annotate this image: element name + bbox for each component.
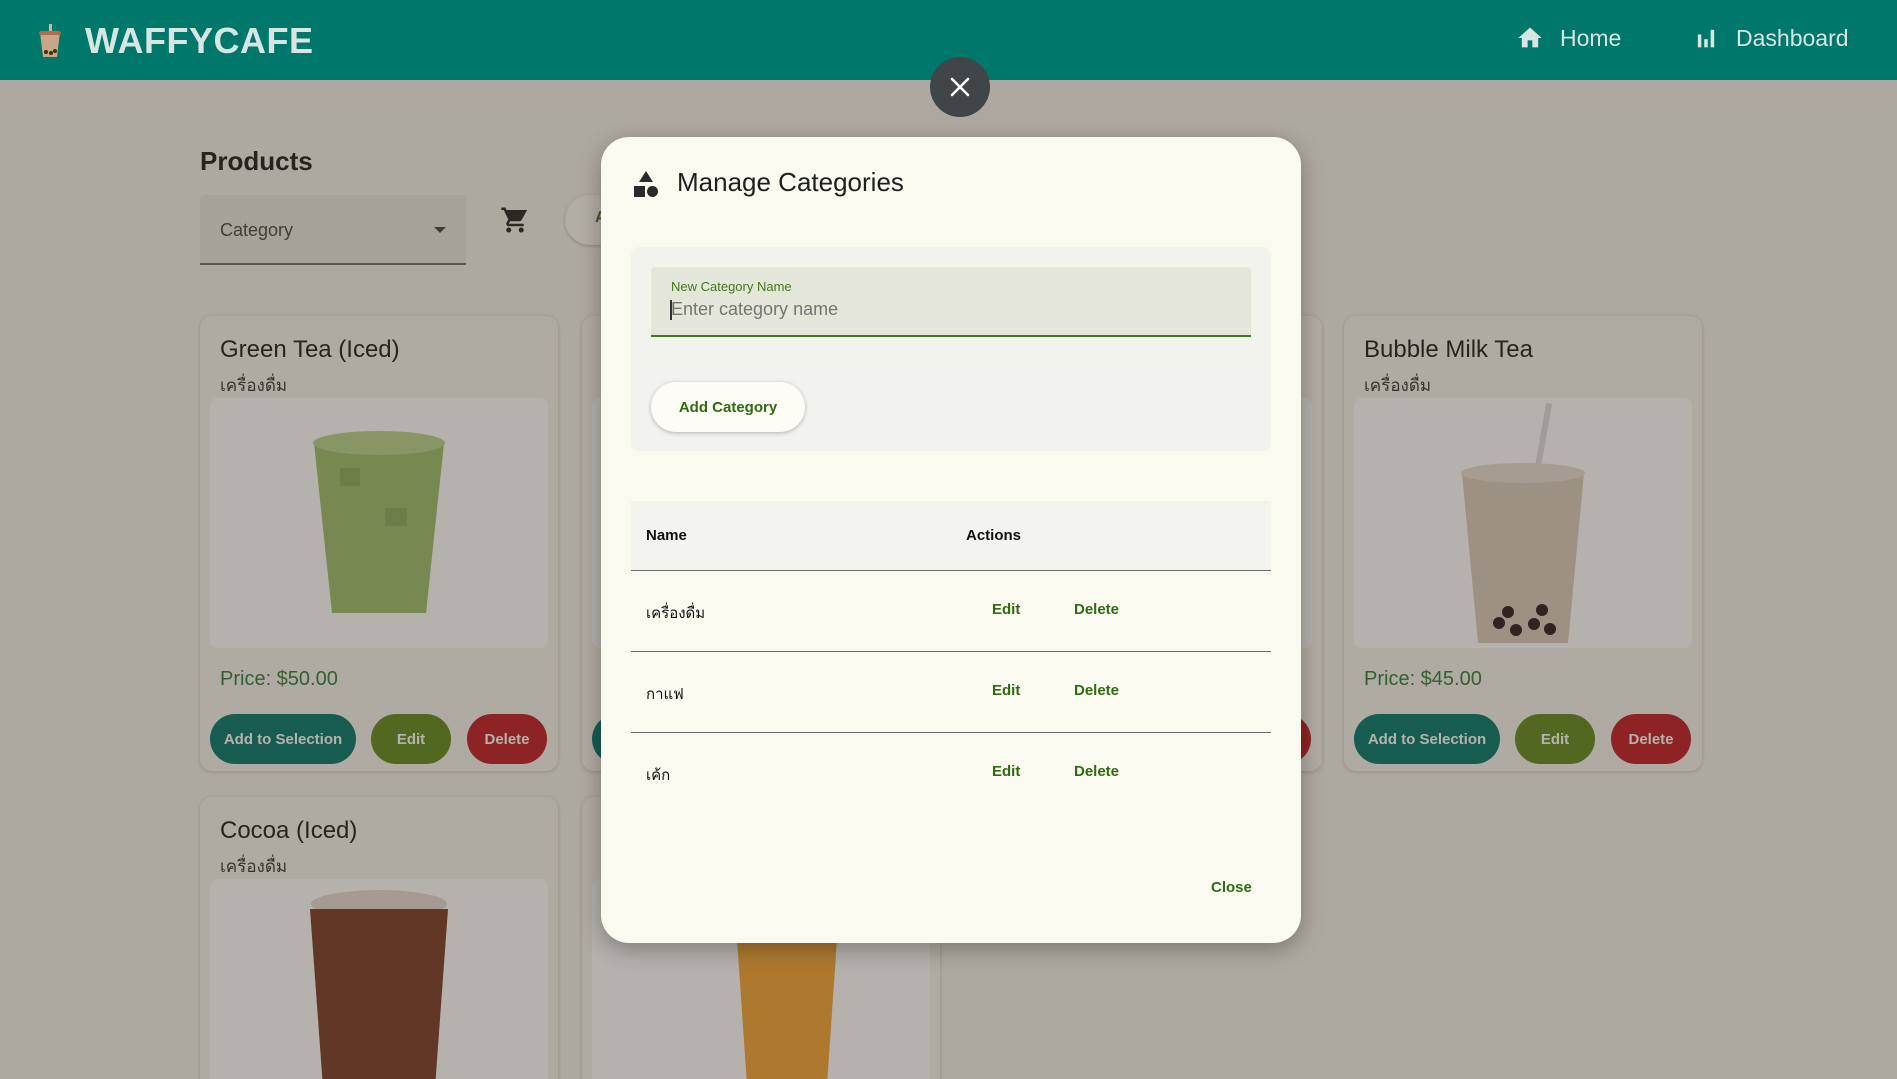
categories-table: Name Actions เครื่องดื่ม Edit Delete กาแ… bbox=[631, 501, 1271, 814]
edit-category-button[interactable]: Edit bbox=[992, 763, 1020, 780]
new-category-field[interactable]: New Category Name bbox=[651, 267, 1251, 337]
category-name-cell: เค้ก bbox=[646, 767, 671, 784]
bubble-tea-logo-icon bbox=[39, 24, 61, 57]
add-category-button[interactable]: Add Category bbox=[651, 382, 805, 432]
table-row: เค้ก Edit Delete bbox=[631, 733, 1271, 814]
category-shapes-icon bbox=[634, 171, 658, 197]
close-dialog-button[interactable] bbox=[930, 57, 990, 117]
delete-category-button[interactable]: Delete bbox=[1074, 682, 1119, 699]
column-header-actions: Actions bbox=[966, 527, 1022, 544]
table-header: Name Actions bbox=[631, 501, 1271, 571]
close-button[interactable]: Close bbox=[1211, 879, 1252, 896]
nav-home[interactable]: Home bbox=[1516, 24, 1621, 52]
close-icon bbox=[950, 77, 970, 97]
table-row: เครื่องดื่ม Edit Delete bbox=[631, 571, 1271, 652]
delete-category-button[interactable]: Delete bbox=[1074, 763, 1119, 780]
nav-dashboard-label: Dashboard bbox=[1736, 24, 1849, 51]
edit-category-button[interactable]: Edit bbox=[992, 601, 1020, 618]
table-row: กาแฟ Edit Delete bbox=[631, 652, 1271, 733]
add-category-form: New Category Name Add Category bbox=[631, 247, 1271, 451]
field-label: New Category Name bbox=[671, 279, 792, 294]
nav-home-label: Home bbox=[1560, 24, 1622, 51]
text-cursor bbox=[670, 300, 672, 320]
dialog-title: Manage Categories bbox=[677, 167, 904, 197]
column-header-name: Name bbox=[646, 527, 687, 544]
bar-chart-icon bbox=[1697, 29, 1715, 48]
nav-dashboard[interactable]: Dashboard bbox=[1692, 24, 1849, 52]
delete-category-button[interactable]: Delete bbox=[1074, 601, 1119, 618]
category-name-cell: กาแฟ bbox=[646, 686, 684, 703]
brand-name[interactable]: WAFFYCAFE bbox=[85, 20, 313, 62]
home-icon bbox=[1518, 27, 1542, 48]
category-name-input[interactable] bbox=[671, 299, 1231, 320]
category-name-cell: เครื่องดื่ม bbox=[646, 605, 706, 622]
edit-category-button[interactable]: Edit bbox=[992, 682, 1020, 699]
manage-categories-dialog: Manage Categories New Category Name Add … bbox=[601, 137, 1301, 943]
